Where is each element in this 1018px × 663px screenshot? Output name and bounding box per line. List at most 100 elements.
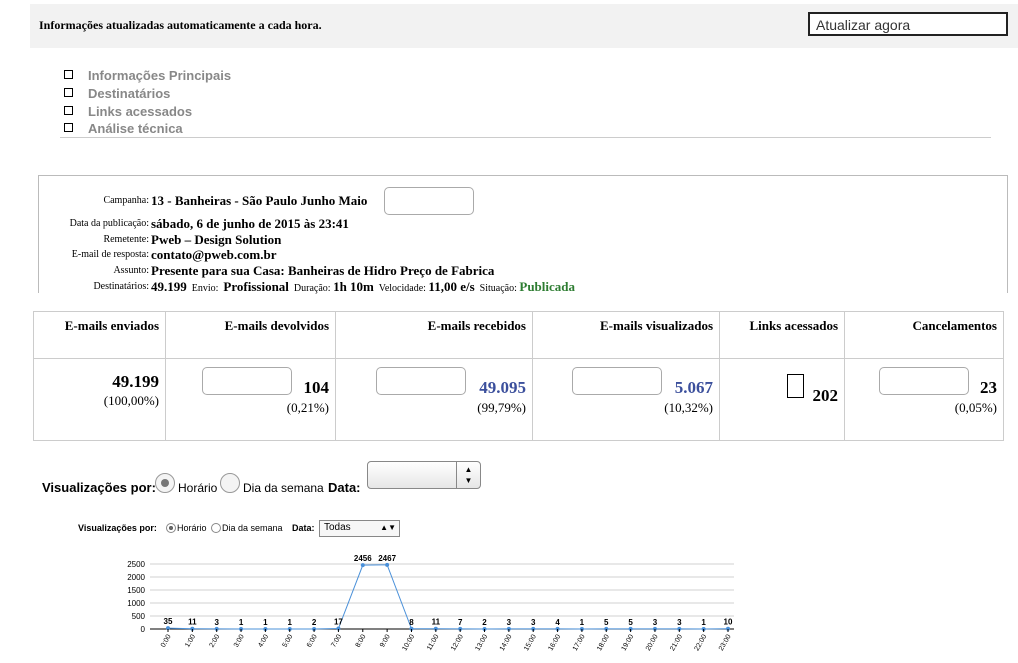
date-select-small[interactable]: Todas ▲▼ <box>319 520 400 537</box>
send-mode: Profissional <box>223 279 289 294</box>
unsubscribed-input[interactable] <box>879 367 969 395</box>
reply-email: contato@pweb.com.br <box>151 247 277 262</box>
x-tick-label: 6:00 <box>306 633 319 648</box>
campaign-info-panel: Campanha: 13 - Banheiras - São Paulo Jun… <box>38 175 1008 295</box>
nav-item-technical-analysis[interactable]: Análise técnica <box>64 120 183 138</box>
nav-item-links[interactable]: Links acessados <box>64 103 192 121</box>
hour-radio[interactable] <box>155 473 175 493</box>
stat-percent: (0,05%) <box>954 400 997 415</box>
data-label: 5 <box>604 618 609 627</box>
stat-percent: (100,00%) <box>103 393 159 408</box>
weekday-radio-small[interactable] <box>211 523 221 533</box>
x-tick-label: 8:00 <box>355 633 368 648</box>
selected-date: Todas <box>324 522 351 533</box>
speed-label: Velocidade: <box>378 283 426 294</box>
auto-update-notice: Informações atualizadas automaticamente … <box>39 18 322 32</box>
y-tick-label: 1000 <box>127 599 145 608</box>
data-label: 10 <box>724 618 733 627</box>
x-tick-label: 0:00 <box>160 633 173 648</box>
speed: 11,00 e/s <box>428 279 475 294</box>
stats-table: E-mails enviados 49.199 (100,00%) E-mail… <box>33 311 1004 441</box>
data-label: 1 <box>263 618 268 627</box>
campaign-name-input[interactable] <box>384 187 474 215</box>
data-label: 1 <box>701 618 706 627</box>
data-label: 1 <box>288 618 293 627</box>
data-point <box>385 562 390 567</box>
data-label: 2467 <box>378 555 396 563</box>
bullet-icon <box>64 106 73 115</box>
bullet-icon <box>64 88 73 97</box>
reply-email-label: E-mail de resposta: <box>71 249 149 260</box>
duration: 1h 10m <box>333 279 374 294</box>
status-label: Situação: <box>479 283 517 294</box>
recipients-count: 49.199 <box>151 279 187 294</box>
x-tick-label: 17:00 <box>572 633 587 652</box>
views-by-label: Visualizações por: <box>42 480 156 495</box>
bullet-icon <box>64 123 73 132</box>
data-label: 3 <box>531 618 536 627</box>
x-tick-label: 22:00 <box>694 633 709 652</box>
data-label: 3 <box>507 618 512 627</box>
data-label: 3 <box>214 618 219 627</box>
stat-value: 49.199 <box>112 372 159 391</box>
stat-header: E-mails recebidos <box>427 318 526 333</box>
x-tick-label: 20:00 <box>645 633 660 652</box>
stat-percent: (99,79%) <box>477 400 526 415</box>
stat-percent: (0,21%) <box>286 400 329 415</box>
stat-header: E-mails devolvidos <box>224 318 329 333</box>
hourly-views-chart: 05001000150020002500350:00111:0032:0013:… <box>127 555 734 652</box>
hour-radio-small[interactable] <box>166 523 176 533</box>
stat-header: E-mails enviados <box>64 318 159 333</box>
select-arrows-icon: ▲ ▼ <box>456 462 480 488</box>
received-input[interactable] <box>376 367 466 395</box>
views-by-label-small: Visualizações por: <box>78 523 157 533</box>
campaign-name: 13 - Banheiras - São Paulo Junho Maio <box>151 193 368 208</box>
nav-item-recipients[interactable]: Destinatários <box>64 85 170 103</box>
top-bar: Informações atualizadas automaticamente … <box>30 4 1018 48</box>
stat-viewed: E-mails visualizados 5.067 (10,32%) <box>533 312 720 440</box>
stat-percent: (10,32%) <box>664 400 713 415</box>
duration-label: Duração: <box>293 283 331 294</box>
data-label: 11 <box>432 618 441 627</box>
nav-item-label: Informações Principais <box>88 68 232 83</box>
select-arrow-icon: ▲▼ <box>380 523 396 532</box>
delivery-summary: 49.199 Envio: Profissional Duração: 1h 1… <box>151 279 575 295</box>
date-select[interactable]: ▲ ▼ <box>367 461 481 489</box>
x-tick-label: 11:00 <box>426 633 441 651</box>
x-tick-label: 2:00 <box>209 633 222 648</box>
x-tick-label: 15:00 <box>523 633 538 652</box>
date-label: Data: <box>328 480 361 495</box>
data-label: 2456 <box>354 555 372 563</box>
weekday-radio[interactable] <box>220 473 240 493</box>
data-label: 2 <box>482 618 487 627</box>
data-label: 2 <box>312 618 317 627</box>
series-line <box>167 564 729 630</box>
links-checkbox[interactable] <box>787 374 804 398</box>
x-tick-label: 13:00 <box>474 633 489 652</box>
status-badge: Publicada <box>519 279 575 294</box>
x-tick-label: 9:00 <box>379 633 392 648</box>
y-tick-label: 2000 <box>127 573 145 582</box>
x-tick-label: 5:00 <box>282 633 295 648</box>
viewed-input[interactable] <box>572 367 662 395</box>
x-tick-label: 10:00 <box>401 633 416 652</box>
stat-value: 5.067 <box>674 378 713 397</box>
refresh-now-button[interactable]: Atualizar agora <box>808 12 1008 36</box>
y-tick-label: 2500 <box>127 560 145 569</box>
weekday-option-label: Dia da semana <box>243 481 324 495</box>
subject: Presente para sua Casa: Banheiras de Hid… <box>151 263 495 278</box>
x-tick-label: 18:00 <box>596 633 611 652</box>
hour-option-label-small: Horário <box>177 523 207 533</box>
nav-item-label: Links acessados <box>88 104 193 119</box>
x-tick-label: 21:00 <box>669 633 684 652</box>
x-tick-label: 1:00 <box>184 633 197 648</box>
nav-item-main-info[interactable]: Informações Principais <box>64 67 231 85</box>
stat-bounced: E-mails devolvidos 104 (0,21%) <box>166 312 336 440</box>
bounced-input[interactable] <box>202 367 292 395</box>
publish-date: sábado, 6 de junho de 2015 às 23:41 <box>151 216 349 231</box>
y-tick-label: 1500 <box>127 586 145 595</box>
x-tick-label: 12:00 <box>450 633 465 652</box>
data-label: 7 <box>458 618 463 627</box>
stat-unsubscribed: Cancelamentos 23 (0,05%) <box>845 312 1003 440</box>
y-tick-label: 500 <box>132 612 146 621</box>
